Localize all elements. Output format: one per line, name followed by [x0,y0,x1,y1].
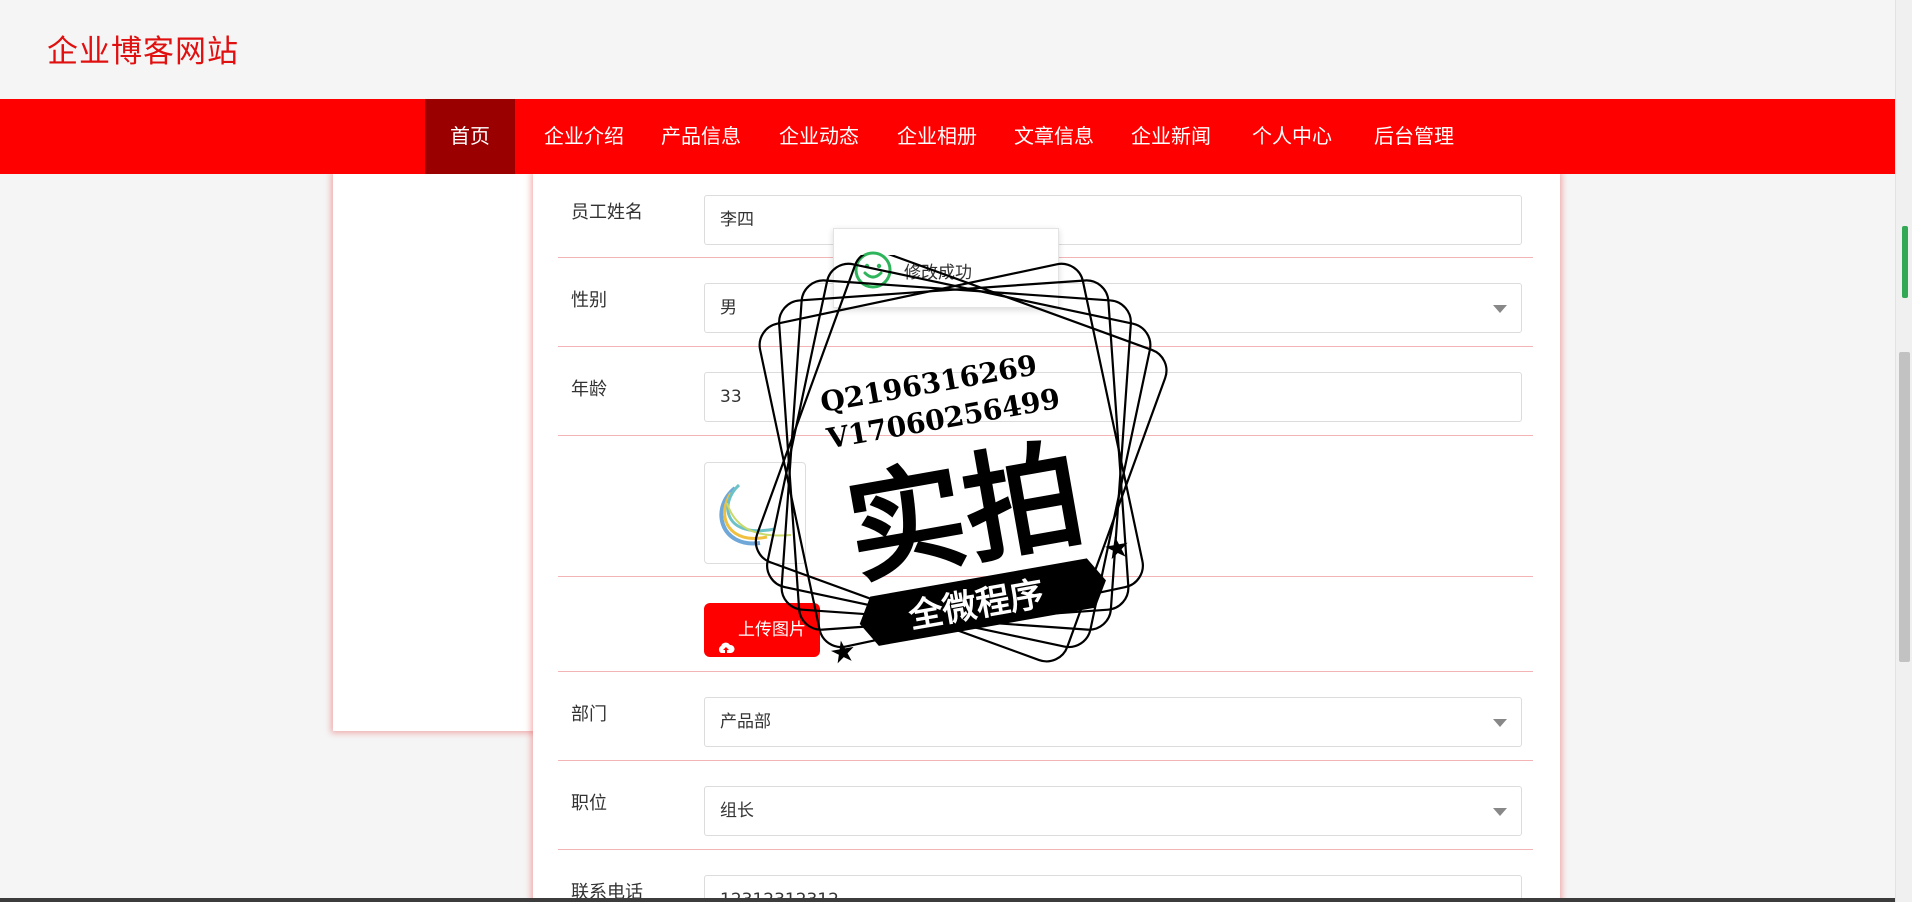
nav-item-articles[interactable]: 文章信息 [1014,99,1094,174]
nav-item-news[interactable]: 企业新闻 [1131,99,1211,174]
position-select[interactable]: 组长 [704,786,1522,836]
nav-item-company-news-feed[interactable]: 企业动态 [779,99,859,174]
nav-item-home[interactable]: 首页 [425,99,515,174]
nav-item-products[interactable]: 产品信息 [661,99,741,174]
cloud-upload-icon [717,623,735,653]
position-label: 职位 [571,793,607,814]
age-label: 年龄 [571,379,607,400]
chevron-down-icon [1493,305,1507,313]
gender-label: 性别 [571,290,607,311]
name-label: 员工姓名 [571,202,643,223]
watermark-stamp: Q2196316269 V17060256499 实拍 全微程序 ★ ★ [754,255,1168,672]
phone-label: 联系电话 [571,882,643,900]
form-row-position: 职位 组长 [558,761,1533,850]
scrollbar-thumb[interactable] [1899,352,1910,662]
name-input[interactable]: 李四 [704,195,1522,245]
star-icon: ★ [827,633,860,672]
nav-item-admin[interactable]: 后台管理 [1374,99,1454,174]
position-select-value: 组长 [720,801,754,821]
department-label: 部门 [571,704,607,725]
site-logo-title[interactable]: 企业博客网站 [47,26,239,71]
form-row-phone: 联系电话 12312312312 [558,850,1533,900]
scrollbar-marker [1902,226,1908,298]
bottom-edge-bar [0,898,1895,902]
nav-item-album[interactable]: 企业相册 [897,99,977,174]
gender-select-value: 男 [720,298,737,318]
phone-input[interactable]: 12312312312 [704,875,1522,900]
department-select-value: 产品部 [720,712,771,732]
sidebar-card [333,174,563,731]
nav-item-company-intro[interactable]: 企业介绍 [544,99,624,174]
chevron-down-icon [1493,719,1507,727]
main-nav: 首页 企业介绍 产品信息 企业动态 企业相册 文章信息 企业新闻 个人中心 后台… [0,99,1895,174]
chevron-down-icon [1493,808,1507,816]
site-header: 企业博客网站 [0,0,1895,99]
star-icon: ★ [1101,529,1134,568]
page-scrollbar[interactable] [1895,0,1912,902]
nav-item-profile[interactable]: 个人中心 [1252,99,1332,174]
department-select[interactable]: 产品部 [704,697,1522,747]
